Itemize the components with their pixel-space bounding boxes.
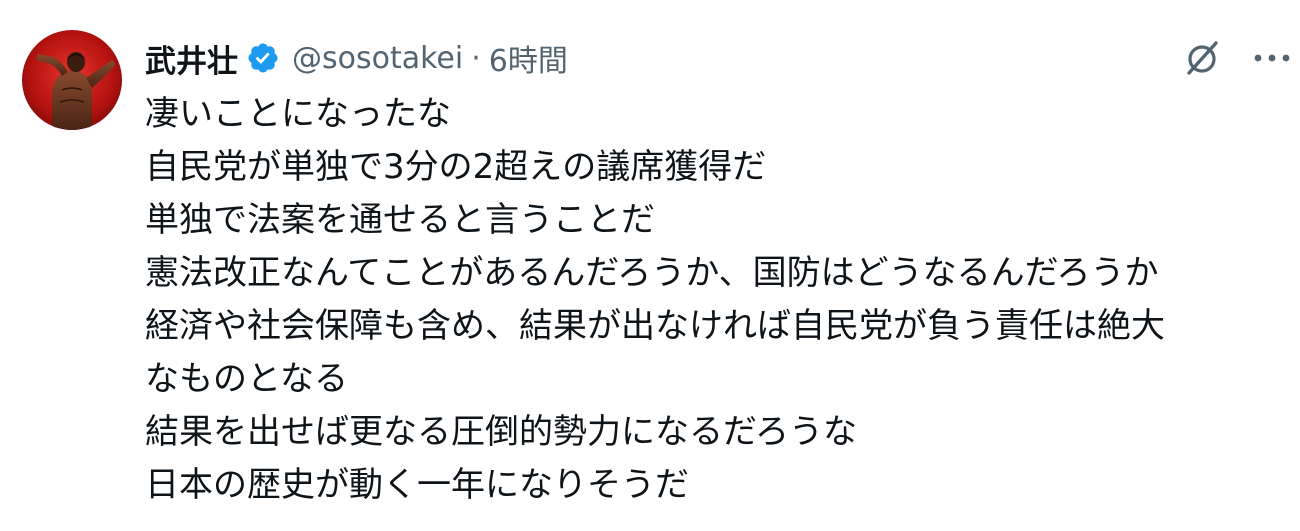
tweet-header: 武井壮 @sosotakei · 6時間 <box>145 34 568 82</box>
tweet-text-line: 憲法改正なんてことがあるんだろうか、国防はどうなるんだろうか <box>145 253 1159 293</box>
tweet-text-line: 自民党が単独で3分の2超えの議席獲得だ <box>145 147 767 187</box>
tweet-text-line: なものとなる <box>145 359 348 399</box>
avatar-image <box>22 30 122 130</box>
separator-dot: · <box>471 40 481 76</box>
tweet-text-line: 日本の歴史が動く一年になりそうだ <box>145 465 689 505</box>
tweet-text-line: 凄いことになったな <box>145 94 451 134</box>
tweet-text-line: 結果を出せば更なる圧倒的勢力になるだろうな <box>145 412 857 452</box>
tweet[interactable]: 武井壮 @sosotakei · 6時間 凄いことになったな 自民党が単独で3分… <box>0 0 1300 531</box>
avatar[interactable] <box>22 30 122 130</box>
tweet-text-line: 単独で法案を通せると言うことだ <box>145 200 655 240</box>
user-handle[interactable]: @sosotakei <box>292 41 463 76</box>
grok-icon[interactable] <box>1180 36 1224 80</box>
tweet-text: 凄いことになったな 自民党が単独で3分の2超えの議席獲得だ 単独で法案を通せると… <box>145 88 1285 512</box>
more-options-icon[interactable] <box>1250 36 1294 80</box>
verified-badge-icon <box>246 41 280 75</box>
display-name[interactable]: 武井壮 <box>145 36 238 81</box>
tweet-text-line: 経済や社会保障も含め、結果が出なければ自民党が負う責任は絶大 <box>145 306 1165 346</box>
timestamp[interactable]: 6時間 <box>489 36 568 80</box>
